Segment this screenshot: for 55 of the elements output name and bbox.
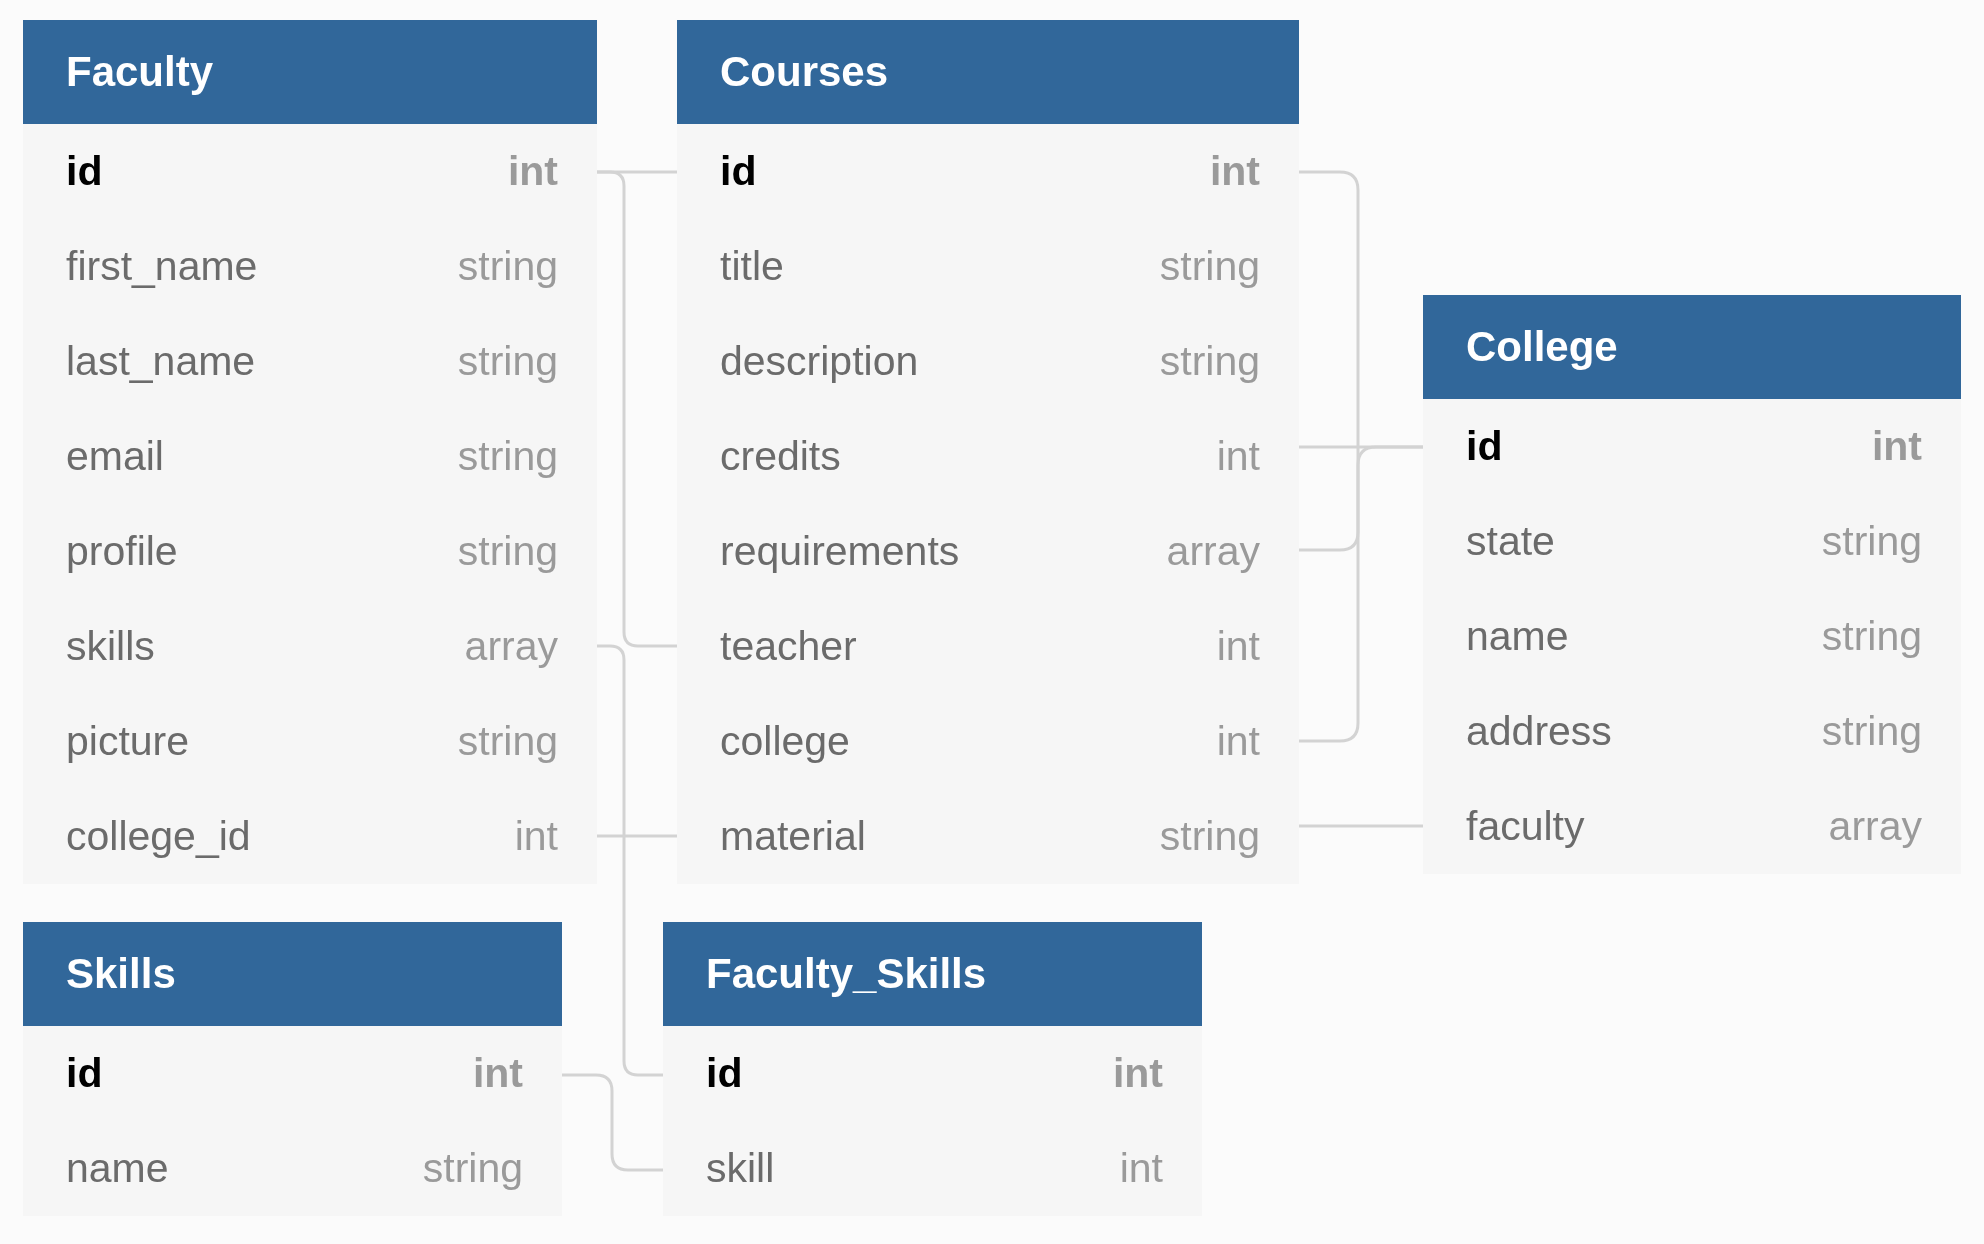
field-type: int bbox=[1216, 626, 1260, 667]
table-title: Faculty_Skills bbox=[706, 953, 987, 995]
field-type: int bbox=[1119, 1148, 1163, 1189]
field-type: string bbox=[457, 531, 558, 572]
field-name: title bbox=[720, 246, 784, 287]
field-type: string bbox=[1159, 246, 1260, 287]
field-name: state bbox=[1466, 521, 1555, 562]
field-name: id bbox=[1466, 426, 1503, 467]
field-type: int bbox=[1216, 721, 1260, 762]
table-title: Skills bbox=[66, 953, 176, 995]
field-type: int bbox=[507, 151, 558, 192]
field-type: int bbox=[1216, 436, 1260, 477]
field-type: string bbox=[457, 436, 558, 477]
field-type: array bbox=[1166, 531, 1260, 572]
field-type: string bbox=[422, 1148, 523, 1189]
field-type: string bbox=[1821, 521, 1922, 562]
field-name: first_name bbox=[66, 246, 258, 287]
field-type: int bbox=[1209, 151, 1260, 192]
field-type: string bbox=[457, 721, 558, 762]
field-name: skills bbox=[66, 626, 155, 667]
field-name: college bbox=[720, 721, 850, 762]
field-name: faculty bbox=[1466, 806, 1585, 847]
field-name: id bbox=[720, 151, 757, 192]
field-type: string bbox=[1821, 616, 1922, 657]
field-name: last_name bbox=[66, 341, 256, 382]
field-type: int bbox=[1871, 426, 1922, 467]
field-name: email bbox=[66, 436, 164, 477]
field-name: teacher bbox=[720, 626, 857, 667]
field-name: name bbox=[66, 1148, 169, 1189]
field-type: string bbox=[1159, 816, 1260, 857]
table-title: Faculty bbox=[66, 51, 214, 93]
field-type: int bbox=[514, 816, 558, 857]
field-name: id bbox=[66, 1053, 103, 1094]
field-type: string bbox=[457, 246, 558, 287]
field-name: id bbox=[66, 151, 103, 192]
field-type: string bbox=[1159, 341, 1260, 382]
field-type: int bbox=[1112, 1053, 1163, 1094]
field-name: id bbox=[706, 1053, 743, 1094]
table-title: College bbox=[1466, 326, 1618, 368]
table-title: Courses bbox=[720, 51, 889, 93]
field-type: array bbox=[464, 626, 558, 667]
field-name: description bbox=[720, 341, 919, 382]
field-name: college_id bbox=[66, 816, 251, 857]
field-name: profile bbox=[66, 531, 178, 572]
field-type: string bbox=[1821, 711, 1922, 752]
field-name: picture bbox=[66, 721, 190, 762]
field-name: skill bbox=[706, 1148, 775, 1189]
field-name: requirements bbox=[720, 531, 960, 572]
field-name: name bbox=[1466, 616, 1569, 657]
field-name: material bbox=[720, 816, 866, 857]
field-type: int bbox=[472, 1053, 523, 1094]
field-name: address bbox=[1466, 711, 1612, 752]
field-type: array bbox=[1828, 806, 1922, 847]
field-type: string bbox=[457, 341, 558, 382]
field-name: credits bbox=[720, 436, 841, 477]
